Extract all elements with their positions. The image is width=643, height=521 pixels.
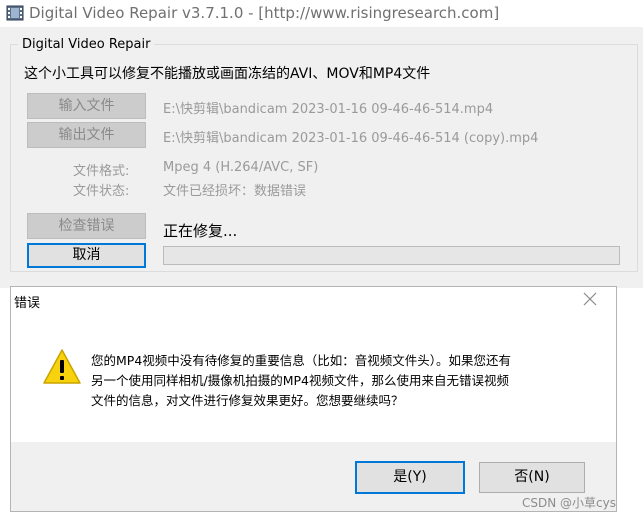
dialog-message-line: 您的MP4视频中没有待修复的重要信息（比如：音视频文件头）。如果您还有 (91, 353, 512, 368)
file-status-value: 文件已经损坏：数据错误 (163, 184, 307, 199)
yes-button[interactable]: 是(Y) (355, 461, 465, 494)
file-format-label: 文件格式: (73, 164, 130, 179)
dialog-message-line: 另一个使用同样相机/摄像机拍摄的MP4视频文件，那么使用来自无错误视频 (91, 373, 509, 388)
file-status-label: 文件状态: (73, 184, 130, 199)
input-file-button[interactable]: 输入文件 (27, 93, 146, 119)
film-icon (6, 5, 24, 21)
input-file-path: E:\快剪辑\bandicam 2023-01-16 09-46-46-514.… (163, 102, 494, 117)
file-format-value: Mpeg 4 (H.264/AVC, SF) (163, 160, 319, 175)
window-title: Digital Video Repair v3.7.1.0 - [http://… (29, 4, 500, 22)
close-icon[interactable] (581, 290, 599, 308)
group-title: Digital Video Repair (18, 37, 155, 52)
output-file-button[interactable]: 输出文件 (27, 122, 146, 148)
watermark: CSDN @小草cys (522, 496, 616, 510)
warning-icon (43, 349, 81, 384)
check-errors-button[interactable]: 检查错误 (27, 213, 146, 239)
dialog-message: 您的MP4视频中没有待修复的重要信息（比如：音视频文件头）。如果您还有 另一个使… (91, 351, 591, 411)
no-button[interactable]: 否(N) (479, 462, 585, 493)
output-file-path: E:\快剪辑\bandicam 2023-01-16 09-46-46-514 … (163, 131, 539, 146)
app-description: 这个小工具可以修复不能播放或画面冻结的AVI、MOV和MP4文件 (24, 66, 431, 82)
progress-bar (163, 246, 620, 265)
dialog-message-line: 文件的信息，对文件进行修复效果更好。您想要继续吗？ (91, 393, 404, 408)
cancel-button[interactable]: 取消 (27, 243, 146, 268)
dialog-title: 错误 (14, 296, 41, 311)
progress-status-text: 正在修复... (163, 222, 238, 240)
